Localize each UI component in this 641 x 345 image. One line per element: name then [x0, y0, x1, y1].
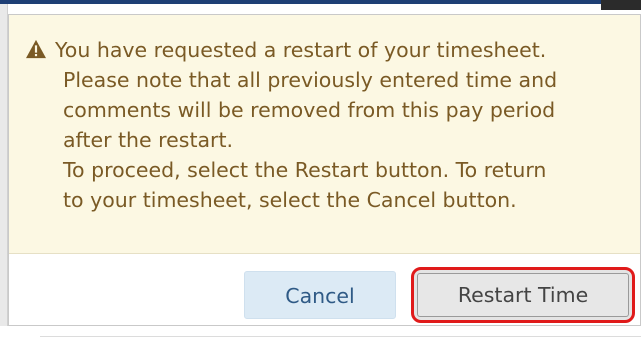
restart-time-button[interactable]: Restart Time	[417, 273, 629, 317]
screen: You have requested a restart of your tim…	[0, 0, 641, 345]
warning-line-6: to your timesheet, select the Cancel but…	[63, 188, 517, 212]
dialog-footer: Cancel Restart Time	[9, 254, 640, 325]
warning-line-5: To proceed, select the Restart button. T…	[63, 158, 547, 182]
restart-time-highlight: Restart Time	[411, 267, 635, 323]
warning-line-4: after the restart.	[63, 128, 234, 152]
warning-alert: You have requested a restart of your tim…	[9, 15, 640, 254]
background-header-strip	[0, 0, 641, 4]
warning-line-2: Please note that all previously entered …	[63, 68, 558, 92]
warning-triangle-icon	[26, 39, 46, 59]
warning-line-1: You have requested a restart of your tim…	[25, 35, 635, 65]
warning-text-line: You have requested a restart of your tim…	[55, 38, 547, 62]
warning-message: You have requested a restart of your tim…	[25, 35, 635, 215]
cancel-button[interactable]: Cancel	[244, 271, 396, 319]
warning-line-3: comments will be removed from this pay p…	[63, 98, 556, 122]
background-corner	[601, 0, 641, 10]
restart-timesheet-dialog: You have requested a restart of your tim…	[8, 14, 641, 326]
background-left-edge	[0, 4, 8, 345]
background-divider	[40, 336, 641, 337]
